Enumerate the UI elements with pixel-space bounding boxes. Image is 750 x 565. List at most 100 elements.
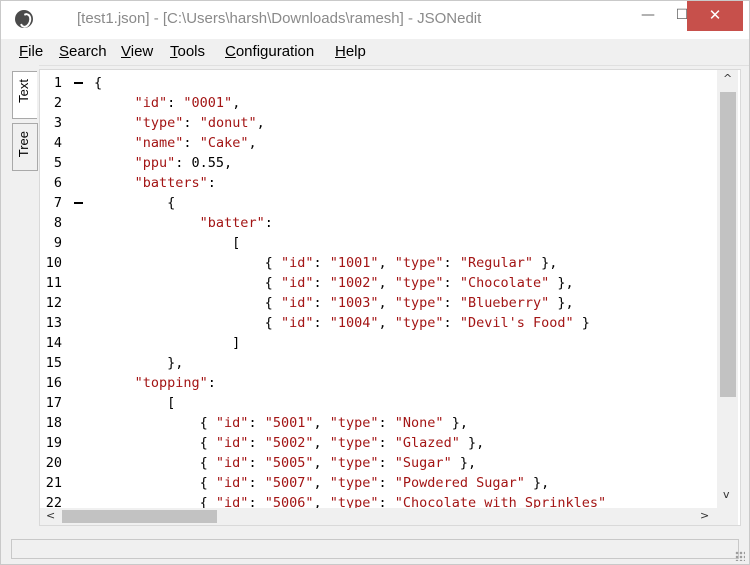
code-text[interactable]: { [94,73,102,93]
code-line[interactable]: 6 "batters": [40,173,716,193]
code-text[interactable]: { "id": "1003", "type": "Blueberry" }, [94,293,574,313]
code-line[interactable]: 1{ [40,73,716,93]
code-text[interactable]: "type": "donut", [94,113,265,133]
app-logo-icon[interactable] [15,10,33,28]
scroll-down-icon[interactable]: v [723,488,730,501]
view-tabs: Text Tree [1,65,39,533]
code-line[interactable]: 9 [ [40,233,716,253]
menu-tools[interactable]: Tools [170,43,205,60]
line-number: 4 [53,135,62,151]
status-bar [1,533,749,564]
code-text[interactable]: { "id": "5001", "type": "None" }, [94,413,468,433]
status-panel [11,539,739,559]
code-line[interactable]: 3 "type": "donut", [40,113,716,133]
horizontal-scrollbar[interactable]: < > [40,508,717,525]
code-text[interactable]: }, [94,353,183,373]
line-number: 1 [53,75,62,91]
code-text[interactable]: { "id": "1004", "type": "Devil's Food" } [94,313,590,333]
code-line[interactable]: 4 "name": "Cake", [40,133,716,153]
code-line[interactable]: 19 { "id": "5002", "type": "Glazed" }, [40,433,716,453]
code-text[interactable]: { "id": "1001", "type": "Regular" }, [94,253,558,273]
minimize-button[interactable]: — [631,1,665,31]
code-line[interactable]: 10 { "id": "1001", "type": "Regular" }, [40,253,716,273]
scroll-left-icon[interactable]: < [46,509,55,522]
code-text[interactable]: "batters": [94,173,216,193]
line-number: 17 [45,395,62,411]
code-area[interactable]: 1{2 "id": "0001", 3 "type": "donut", 4 "na… [40,70,716,508]
horizontal-scroll-thumb[interactable] [62,510,217,523]
line-number: 7 [53,195,62,211]
code-text[interactable]: "topping": [94,373,216,393]
text-editor[interactable]: 1{2 "id": "0001", 3 "type": "donut", 4 "na… [39,69,741,526]
menu-file[interactable]: File [19,43,43,60]
code-text[interactable]: "ppu": 0.55, [94,153,233,173]
line-number: 20 [45,455,62,471]
code-text[interactable]: "name": "Cake", [94,133,257,153]
line-number: 6 [53,175,62,191]
code-line[interactable]: 13 { "id": "1004", "type": "Devil's Food… [40,313,716,333]
code-text[interactable]: { [94,193,175,213]
code-line[interactable]: 7 { [40,193,716,213]
code-line[interactable]: 5 "ppu": 0.55, [40,153,716,173]
line-number: 9 [53,235,62,251]
vertical-scrollbar[interactable]: ^ v [717,70,738,508]
close-button[interactable]: ✕ [687,1,743,31]
tab-tree[interactable]: Tree [12,123,38,171]
code-text[interactable]: { "id": "5005", "type": "Sugar" }, [94,453,476,473]
jsonedit-window: [test1.json] - [C:\Users\harsh\Downloads… [0,0,750,565]
line-number: 8 [53,215,62,231]
line-number: 11 [45,275,62,291]
fold-collapse-icon[interactable] [74,82,83,84]
menu-bar: File Search View Tools Configuration Hel… [1,39,749,66]
code-line[interactable]: 16 "topping": [40,373,716,393]
line-number: 18 [45,415,62,431]
code-line[interactable]: 15 }, [40,353,716,373]
code-text[interactable]: [ [94,393,175,413]
code-line[interactable]: 14 ] [40,333,716,353]
tab-text-label: Text [16,79,31,103]
menu-help[interactable]: Help [335,43,366,60]
line-number: 22 [45,495,62,508]
resize-grip-icon[interactable] [735,551,745,561]
menu-search[interactable]: Search [59,43,107,60]
code-text[interactable]: { "id": "1002", "type": "Chocolate" }, [94,273,574,293]
code-text[interactable]: { "id": "5007", "type": "Powdered Sugar"… [94,473,550,493]
code-line[interactable]: 8 "batter": [40,213,716,233]
code-line[interactable]: 2 "id": "0001", [40,93,716,113]
line-number: 3 [53,115,62,131]
code-text[interactable]: { "id": "5006", "type": "Chocolate with … [94,493,606,508]
line-number: 15 [45,355,62,371]
window-title: [test1.json] - [C:\Users\harsh\Downloads… [77,10,482,27]
menu-view[interactable]: View [121,43,153,60]
menu-configuration[interactable]: Configuration [225,43,314,60]
code-text[interactable]: "id": "0001", [94,93,241,113]
code-line[interactable]: 22 { "id": "5006", "type": "Chocolate wi… [40,493,716,508]
vertical-scroll-thumb[interactable] [720,92,736,397]
scroll-up-icon[interactable]: ^ [723,72,732,85]
line-number: 12 [45,295,62,311]
code-text[interactable]: { "id": "5002", "type": "Glazed" }, [94,433,485,453]
line-number: 5 [53,155,62,171]
code-line[interactable]: 18 { "id": "5001", "type": "None" }, [40,413,716,433]
scrollbar-corner [717,508,738,525]
code-line[interactable]: 12 { "id": "1003", "type": "Blueberry" }… [40,293,716,313]
title-bar[interactable]: [test1.json] - [C:\Users\harsh\Downloads… [1,1,749,39]
line-number: 13 [45,315,62,331]
code-line[interactable]: 20 { "id": "5005", "type": "Sugar" }, [40,453,716,473]
code-line[interactable]: 11 { "id": "1002", "type": "Chocolate" }… [40,273,716,293]
code-text[interactable]: ] [94,333,240,353]
line-number: 16 [45,375,62,391]
code-text[interactable]: [ [94,233,240,253]
line-number: 21 [45,475,62,491]
line-number: 14 [45,335,62,351]
tab-text[interactable]: Text [12,71,37,119]
tab-tree-label: Tree [16,131,31,158]
code-text[interactable]: "batter": [94,213,273,233]
line-number: 10 [45,255,62,271]
code-line[interactable]: 17 [ [40,393,716,413]
fold-collapse-icon[interactable] [74,202,83,204]
scroll-right-icon[interactable]: > [700,509,709,522]
code-line[interactable]: 21 { "id": "5007", "type": "Powdered Sug… [40,473,716,493]
line-number: 19 [45,435,62,451]
line-number: 2 [53,95,62,111]
